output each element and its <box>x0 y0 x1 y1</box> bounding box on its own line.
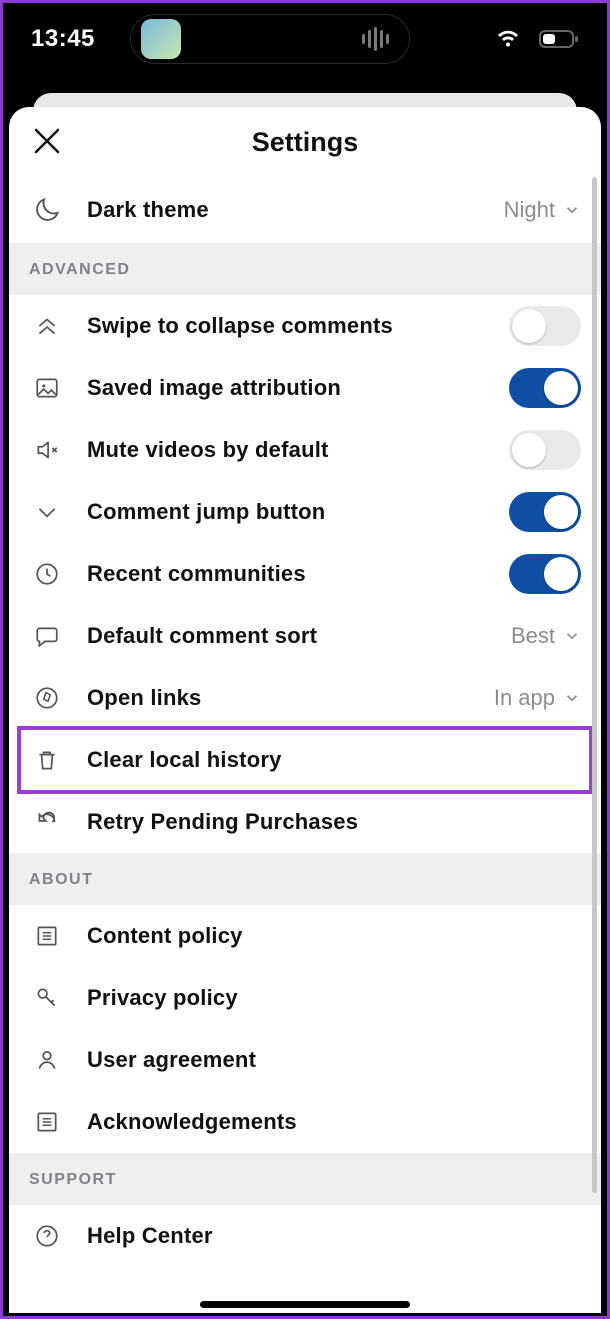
row-comment-jump[interactable]: Comment jump button <box>9 481 601 543</box>
chevron-down-icon <box>29 499 65 525</box>
section-advanced: ADVANCED <box>9 243 601 295</box>
row-swipe-collapse[interactable]: Swipe to collapse comments <box>9 295 601 357</box>
home-indicator[interactable] <box>200 1301 410 1308</box>
row-mute-videos[interactable]: Mute videos by default <box>9 419 601 481</box>
status-time: 13:45 <box>31 25 95 53</box>
row-dark-theme[interactable]: Dark theme Night <box>9 177 601 243</box>
person-icon <box>29 1047 65 1073</box>
dynamic-island[interactable] <box>130 14 410 64</box>
document-list-icon <box>29 1109 65 1135</box>
row-value: In app <box>494 685 555 711</box>
trash-icon <box>29 747 65 773</box>
clock-icon <box>29 561 65 587</box>
page-title: Settings <box>9 127 601 158</box>
compass-icon <box>29 685 65 711</box>
row-label: Open links <box>87 685 201 711</box>
toggle-comment-jump[interactable] <box>509 492 581 532</box>
row-label: Mute videos by default <box>87 437 329 463</box>
toggle-recent-communities[interactable] <box>509 554 581 594</box>
scrollbar[interactable] <box>592 177 597 1193</box>
row-saved-attribution[interactable]: Saved image attribution <box>9 357 601 419</box>
row-label: Privacy policy <box>87 985 238 1011</box>
help-circle-icon <box>29 1223 65 1249</box>
row-label: Comment jump button <box>87 499 325 525</box>
phone-frame: 13:45 Settings <box>0 0 610 1319</box>
toggle-mute-videos[interactable] <box>509 430 581 470</box>
row-content-policy[interactable]: Content policy <box>9 905 601 967</box>
section-about: ABOUT <box>9 853 601 905</box>
close-icon <box>32 126 62 156</box>
row-label: Help Center <box>87 1223 213 1249</box>
key-icon <box>29 985 65 1011</box>
row-default-sort[interactable]: Default comment sort Best <box>9 605 601 667</box>
row-label: Content policy <box>87 923 243 949</box>
row-clear-history[interactable]: Clear local history <box>9 729 601 791</box>
chevron-down-icon <box>563 689 581 707</box>
row-recent-communities[interactable]: Recent communities <box>9 543 601 605</box>
row-label: Saved image attribution <box>87 375 341 401</box>
row-label: Dark theme <box>87 197 209 223</box>
row-user-agreement[interactable]: User agreement <box>9 1029 601 1091</box>
status-bar: 13:45 <box>3 3 607 75</box>
image-icon <box>29 375 65 401</box>
row-value: Best <box>511 623 555 649</box>
toggle-swipe-collapse[interactable] <box>509 306 581 346</box>
close-button[interactable] <box>27 121 67 161</box>
refresh-icon <box>29 809 65 835</box>
toggle-saved-attribution[interactable] <box>509 368 581 408</box>
chat-bubble-icon <box>29 623 65 649</box>
settings-sheet: Settings Dark theme Night ADVANCED <box>9 107 601 1313</box>
row-label: Clear local history <box>87 747 282 773</box>
sheet-header: Settings <box>9 107 601 177</box>
double-chevron-up-icon <box>29 313 65 339</box>
row-help-center[interactable]: Help Center <box>9 1205 601 1267</box>
speaker-mute-icon <box>29 437 65 463</box>
row-label: Default comment sort <box>87 623 317 649</box>
chevron-down-icon <box>563 627 581 645</box>
row-label: Swipe to collapse comments <box>87 313 393 339</box>
battery-icon <box>539 29 579 49</box>
row-acknowledgements[interactable]: Acknowledgements <box>9 1091 601 1153</box>
wifi-icon <box>495 29 521 49</box>
row-retry-purchases[interactable]: Retry Pending Purchases <box>9 791 601 853</box>
row-value: Night <box>504 197 555 223</box>
island-app-icon <box>141 19 181 59</box>
moon-icon <box>29 196 65 224</box>
row-label: Recent communities <box>87 561 306 587</box>
row-label: User agreement <box>87 1047 256 1073</box>
chevron-down-icon <box>563 201 581 219</box>
document-list-icon <box>29 923 65 949</box>
section-support: SUPPORT <box>9 1153 601 1205</box>
row-label: Acknowledgements <box>87 1109 297 1135</box>
settings-list[interactable]: Dark theme Night ADVANCED Swipe to colla… <box>9 177 601 1313</box>
row-label: Retry Pending Purchases <box>87 809 358 835</box>
row-privacy-policy[interactable]: Privacy policy <box>9 967 601 1029</box>
audio-waveform-icon <box>362 27 389 51</box>
row-open-links[interactable]: Open links In app <box>9 667 601 729</box>
